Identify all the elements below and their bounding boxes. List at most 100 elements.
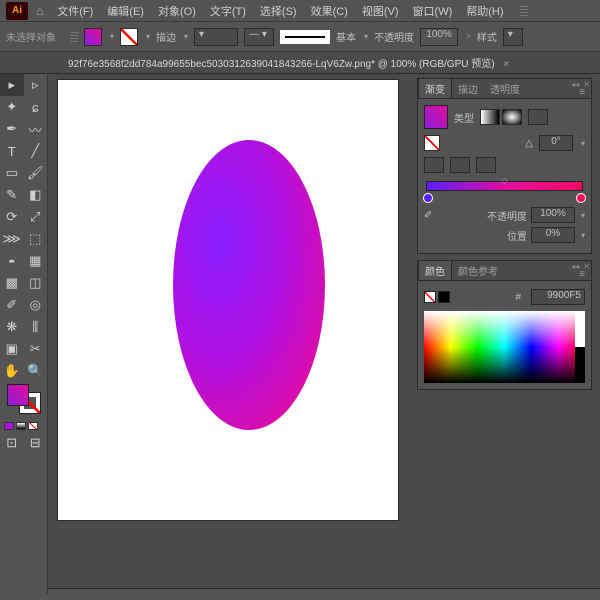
mesh-tool[interactable]: ▩ (0, 272, 24, 294)
stroke-chevron-icon[interactable]: ▾ (184, 32, 188, 41)
gradient-stroke-swatch[interactable] (424, 135, 440, 151)
selection-tool[interactable]: ▸ (0, 74, 24, 96)
color-spectrum[interactable] (424, 311, 585, 383)
blend-tool[interactable]: ◎ (24, 294, 48, 316)
stop-position-label: 位置 (440, 228, 527, 243)
stroke-weight-select[interactable]: ▾ (194, 28, 238, 46)
rectangle-tool[interactable]: ▭ (0, 162, 24, 184)
control-toolbar: 未选择对象 ▾ ▾ 描边 ▾ ▾ — ▾ 基本 ▾ 不透明度 100% > 样式… (0, 22, 600, 52)
stop-opacity-dropdown-icon[interactable]: ▾ (581, 211, 585, 220)
spectrum-black[interactable] (575, 347, 585, 383)
lasso-tool[interactable]: ɕ (24, 96, 48, 118)
eraser-tool[interactable]: ◧ (24, 184, 48, 206)
menu-file[interactable]: 文件(F) (51, 1, 99, 21)
menu-help[interactable]: 帮助(H) (460, 1, 509, 21)
stroke-none-swatch[interactable] (120, 28, 138, 46)
panel-collapse-icon[interactable]: ◂◂ (571, 80, 579, 89)
spectrum-white[interactable] (575, 311, 585, 347)
tab-color-guide[interactable]: 颜色参考 (452, 261, 504, 280)
stop-opacity-input[interactable]: 100% (531, 207, 575, 223)
pen-tool[interactable]: ✒ (0, 118, 24, 140)
change-screen-tool[interactable]: ⊟ (24, 432, 48, 454)
width-tool[interactable]: ⋙ (0, 228, 24, 250)
gradient-ellipse-shape[interactable] (173, 140, 325, 430)
free-transform-tool[interactable]: ⬚ (24, 228, 48, 250)
eyedropper-tool[interactable]: ✐ (0, 294, 24, 316)
tab-color[interactable]: 颜色 (418, 260, 452, 280)
menubar-grip (520, 6, 528, 16)
screen-mode-tool[interactable]: ⊡ (0, 432, 24, 454)
menu-edit[interactable]: 编辑(E) (101, 1, 150, 21)
color-panel: 颜色 颜色参考 ≡ # 9900F5 (417, 260, 592, 390)
gradient-stop-left[interactable] (423, 193, 433, 203)
menu-object[interactable]: 对象(O) (152, 1, 202, 21)
slice-tool[interactable]: ✂ (24, 338, 48, 360)
type-tool[interactable]: T (0, 140, 24, 162)
opacity-input[interactable]: 100% (420, 28, 458, 46)
menu-window[interactable]: 窗口(W) (407, 1, 459, 21)
fill-stroke-indicator[interactable] (0, 384, 47, 420)
gradient-linear-button[interactable] (480, 109, 500, 125)
scale-tool[interactable]: ⤢ (24, 206, 48, 228)
color-panel-close-icon[interactable]: ✕ (583, 262, 590, 271)
gradient-slider[interactable]: ◇ (426, 181, 583, 199)
line-tool[interactable]: ╱ (24, 140, 48, 162)
gradient-preview-swatch[interactable] (424, 105, 448, 129)
curvature-tool[interactable]: 〰 (24, 118, 48, 140)
stroke-gradient-across[interactable] (476, 157, 496, 173)
color-black-swatch[interactable] (438, 291, 450, 303)
stroke-preview[interactable] (280, 30, 330, 44)
magic-wand-tool[interactable]: ✦ (0, 96, 24, 118)
document-tab[interactable]: 92f76e3568f2dd784a99655bec50303126390418… (60, 55, 517, 70)
gradient-stop-right[interactable] (576, 193, 586, 203)
stroke-var-select[interactable]: — ▾ (244, 28, 274, 46)
angle-dropdown-icon[interactable]: ▾ (581, 139, 585, 148)
menu-effect[interactable]: 效果(C) (305, 1, 354, 21)
eyedropper-icon[interactable]: ✐ (424, 210, 432, 221)
gradient-freeform-button[interactable] (528, 109, 548, 125)
hand-tool[interactable]: ✋ (0, 360, 24, 382)
fill-swatch[interactable] (84, 28, 102, 46)
tab-transparency[interactable]: 透明度 (484, 79, 526, 98)
tab-gradient[interactable]: 渐变 (418, 78, 452, 98)
document-filename: 92f76e3568f2dd784a99655bec50303126390418… (68, 59, 495, 70)
opacity-chevron-icon[interactable]: > (466, 32, 471, 41)
color-mode-swatches[interactable] (0, 420, 47, 432)
gradient-radial-button[interactable] (502, 109, 522, 125)
hex-input[interactable]: 9900F5 (531, 289, 585, 305)
stroke-style-dropdown-icon[interactable]: ▾ (364, 32, 368, 41)
bottom-scrollbar[interactable] (48, 588, 600, 594)
graph-tool[interactable]: ⫼ (24, 316, 48, 338)
fill-dropdown-icon[interactable]: ▾ (110, 32, 114, 41)
stroke-dropdown-icon[interactable]: ▾ (146, 32, 150, 41)
paintbrush-tool[interactable]: 🖌 (24, 162, 48, 184)
tool-panel: ▸ ▹ ✦ ɕ ✒ 〰 T ╱ ▭ 🖌 ✎ ◧ ⟳ ⤢ ⋙ ⬚ ◓ ▦ ▩ ◫ … (0, 74, 48, 594)
rotate-tool[interactable]: ⟳ (0, 206, 24, 228)
symbol-sprayer-tool[interactable]: ❋ (0, 316, 24, 338)
stop-position-dropdown-icon[interactable]: ▾ (581, 231, 585, 240)
shaper-tool[interactable]: ✎ (0, 184, 24, 206)
stroke-gradient-along[interactable] (450, 157, 470, 173)
close-tab-icon[interactable]: × (503, 59, 509, 70)
perspective-tool[interactable]: ▦ (24, 250, 48, 272)
menu-text[interactable]: 文字(T) (204, 1, 252, 21)
color-none-swatch[interactable] (424, 291, 436, 303)
menu-view[interactable]: 视图(V) (356, 1, 405, 21)
stop-position-input[interactable]: 0% (531, 227, 575, 243)
stroke-gradient-within[interactable] (424, 157, 444, 173)
color-panel-collapse-icon[interactable]: ◂◂ (571, 262, 579, 271)
gradient-tool[interactable]: ◫ (24, 272, 48, 294)
menu-select[interactable]: 选择(S) (254, 1, 303, 21)
tab-stroke[interactable]: 描边 (452, 79, 484, 98)
artboard (58, 80, 398, 520)
direct-selection-tool[interactable]: ▹ (24, 74, 48, 96)
artboard-tool[interactable]: ▣ (0, 338, 24, 360)
shape-builder-tool[interactable]: ◓ (0, 250, 24, 272)
panel-close-icon[interactable]: ✕ (583, 80, 590, 89)
zoom-tool[interactable]: 🔍 (24, 360, 48, 382)
angle-input[interactable]: 0° (539, 135, 573, 151)
gradient-midpoint-icon[interactable]: ◇ (501, 176, 507, 185)
home-icon[interactable]: ⌂ (36, 4, 43, 18)
style-select[interactable]: ▾ (503, 28, 523, 46)
panel-stack: ◂◂✕ 渐变 描边 透明度 ≡ 类型 (417, 78, 592, 396)
